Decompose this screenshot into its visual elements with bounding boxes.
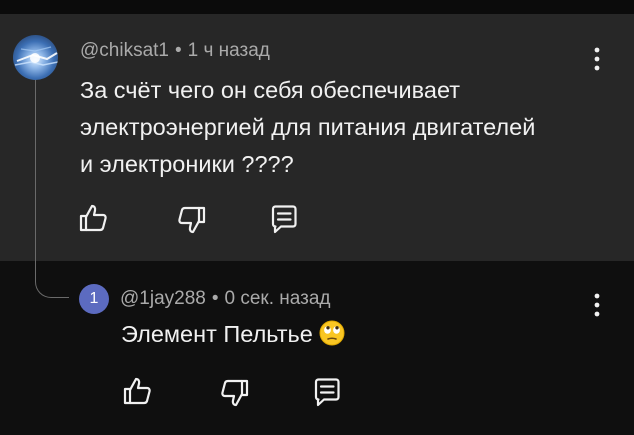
comment-time: 1 ч назад [187,40,270,61]
more-vertical-icon[interactable] [585,44,609,74]
face-with-rolling-eyes-icon [319,320,345,354]
reply-text: Элемент Пельтье [121,318,345,354]
top-bar [0,0,634,14]
thumbs-down-icon[interactable] [175,203,209,237]
reply-time: 0 сек. назад [224,288,331,309]
reply-comment-icon[interactable] [310,375,344,409]
meta-separator: • [175,40,182,61]
reply-avatar[interactable]: 1 [79,284,109,314]
avatar-image [14,46,58,66]
thumbs-down-icon[interactable] [218,376,252,410]
comment-line: За счёт чего он себя обеспечивает [80,77,460,103]
comment-author[interactable]: @chiksat1 [80,40,169,61]
reply-avatar-letter: 1 [89,290,99,307]
more-vertical-icon[interactable] [585,290,609,320]
reply-author[interactable]: @1jay288 [120,288,206,309]
reply-meta: @1jay288 • 0 сек. назад [120,288,331,310]
thumbs-up-icon[interactable] [76,201,110,235]
comment-line: электроэнергией для питания двигателей [80,114,536,140]
comment-line: и электроники ???? [80,151,294,177]
comment-meta: @chiksat1 • 1 ч назад [80,40,270,62]
comment-text: За счёт чего он себя обеспечивает электр… [80,72,610,183]
avatar[interactable] [13,35,58,80]
meta-separator: • [211,288,219,309]
thumbs-up-icon[interactable] [120,374,154,408]
thread-connector-line [35,80,69,298]
reply-comment-icon[interactable] [267,202,301,236]
reply-text-content: Элемент Пельтье [121,321,313,347]
